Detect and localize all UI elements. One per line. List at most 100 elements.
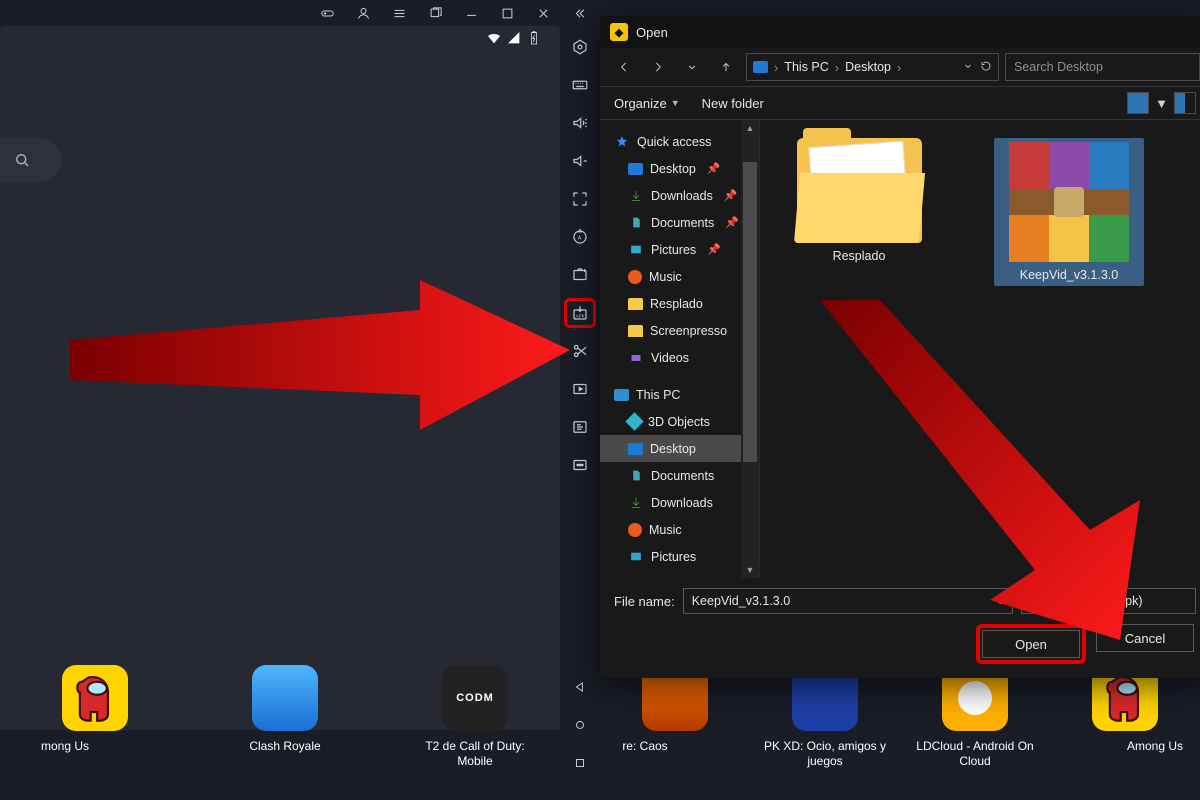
wifi-icon — [486, 30, 502, 49]
scroll-down-icon[interactable]: ▼ — [743, 562, 757, 578]
file-name-combo[interactable]: KeepVid_v3.1.3.0⌄ — [683, 588, 1013, 614]
app-cod-mobile[interactable]: CODM T2 de Call of Duty: Mobile — [380, 665, 570, 769]
breadcrumb-item[interactable]: This PC — [784, 60, 828, 74]
signal-icon — [506, 30, 522, 49]
preview-pane-icon[interactable] — [1174, 92, 1196, 114]
home-dock-left: mong Us Clash Royale CODM T2 de Call of … — [0, 665, 600, 800]
nav-item-documents[interactable]: Documents📌 — [600, 209, 759, 236]
hamburger-icon[interactable] — [384, 0, 414, 26]
nav-item-downloads[interactable]: Downloads📌 — [600, 182, 759, 209]
nav-item-resplado[interactable]: Resplado — [600, 290, 759, 317]
nav-forward-icon[interactable] — [644, 53, 672, 81]
nav-item-videos[interactable]: Videos — [600, 344, 759, 371]
app-among-us[interactable]: mong Us — [0, 665, 190, 754]
dialog-command-bar: Organize▼ New folder ▼ — [600, 86, 1200, 120]
app-pkxd[interactable]: PK XD: Ocio, amigos y juegos — [750, 665, 900, 769]
emulator-titlebar — [0, 0, 600, 26]
app-label: T2 de Call of Duty: Mobile — [410, 739, 540, 769]
address-bar[interactable]: › This PC › Desktop › — [746, 53, 999, 81]
new-folder-button[interactable]: New folder — [702, 96, 764, 111]
app-among-us-2[interactable]: Among Us — [1050, 665, 1200, 754]
svg-text:APK: APK — [576, 314, 586, 319]
nav-item-pictures[interactable]: Pictures — [600, 543, 759, 570]
volume-down-icon[interactable] — [564, 146, 596, 176]
file-item-folder[interactable]: Resplado — [784, 138, 934, 263]
app-label: PK XD: Ocio, amigos y juegos — [760, 739, 890, 769]
address-dropdown-icon[interactable] — [962, 60, 974, 75]
scissors-icon[interactable] — [564, 336, 596, 366]
android-home-screen[interactable] — [0, 26, 560, 730]
app-label: Clash Royale — [249, 739, 320, 754]
scroll-up-icon[interactable]: ▲ — [743, 120, 757, 136]
svg-text:A: A — [578, 235, 582, 241]
navigation-pane[interactable]: Quick access Desktop📌Downloads📌Documents… — [600, 120, 760, 578]
pin-icon: 📌 — [707, 243, 721, 256]
cancel-button[interactable]: Cancel — [1096, 624, 1194, 652]
open-button-highlight: Open — [976, 624, 1086, 664]
battery-icon — [526, 30, 542, 49]
pin-icon: 📌 — [707, 162, 721, 175]
winrar-archive-icon — [1009, 142, 1129, 262]
nav-item-3d objects[interactable]: 3D Objects — [600, 408, 759, 435]
minimize-icon[interactable] — [456, 0, 486, 26]
install-apk-button[interactable]: APK — [564, 298, 596, 328]
app-label: Among Us — [1127, 739, 1183, 754]
nav-up-icon[interactable] — [712, 53, 740, 81]
user-icon[interactable] — [348, 0, 378, 26]
nav-item-pictures[interactable]: Pictures📌 — [600, 236, 759, 263]
nav-back-icon[interactable] — [610, 53, 638, 81]
nav-this-pc[interactable]: This PC — [600, 381, 759, 408]
nav-item-downloads[interactable]: Downloads — [600, 489, 759, 516]
more-icon[interactable] — [564, 450, 596, 480]
nav-item-music[interactable]: Music — [600, 516, 759, 543]
pin-icon: 📌 — [725, 216, 739, 229]
dialog-titlebar[interactable]: ◆ Open — [600, 16, 1200, 48]
volume-up-icon[interactable] — [564, 108, 596, 138]
search-pill[interactable] — [0, 138, 62, 182]
nav-scrollbar[interactable]: ▲ ▼ — [741, 120, 759, 578]
nav-item-desktop[interactable]: Desktop📌 — [600, 155, 759, 182]
keyboard-icon[interactable] — [564, 70, 596, 100]
screenshot-icon[interactable] — [564, 260, 596, 290]
star-icon — [614, 134, 630, 150]
view-mode-dropdown-icon[interactable]: ▼ — [1155, 96, 1168, 111]
app-freefire[interactable]: re: Caos — [600, 665, 750, 754]
dialog-footer: File name: KeepVid_v3.1.3.0⌄ Archivos AP… — [600, 578, 1200, 678]
dialog-nav-toolbar: › This PC › Desktop › Search Desktop — [600, 48, 1200, 86]
open-button[interactable]: Open — [982, 630, 1080, 658]
pin-icon: 📌 — [724, 189, 738, 202]
rotate-icon[interactable]: A — [564, 222, 596, 252]
refresh-icon[interactable] — [980, 60, 992, 75]
collapse-sidebar-icon[interactable] — [564, 0, 594, 26]
emulator-window: A APK mong Us Clash Royale CODM T2 de Ca… — [0, 0, 600, 800]
fullscreen-icon[interactable] — [564, 184, 596, 214]
scroll-thumb[interactable] — [743, 162, 757, 462]
video-play-icon[interactable] — [564, 374, 596, 404]
nav-recent-icon[interactable] — [678, 53, 706, 81]
ldplayer-logo-icon: ◆ — [610, 23, 628, 41]
file-list-pane[interactable]: Resplado KeepVid_v3.1.3.0 — [760, 120, 1200, 578]
app-label: mong Us — [41, 739, 89, 754]
breadcrumb-item[interactable]: Desktop — [845, 60, 891, 74]
multi-window-icon[interactable] — [420, 0, 450, 26]
app-clash-royale[interactable]: Clash Royale — [190, 665, 380, 754]
gamepad-icon[interactable] — [312, 0, 342, 26]
organize-menu[interactable]: Organize▼ — [614, 96, 680, 111]
file-item-archive[interactable]: KeepVid_v3.1.3.0 — [994, 138, 1144, 286]
nav-item-screenpresso[interactable]: Screenpresso — [600, 317, 759, 344]
file-open-dialog: ◆ Open › This PC › Desktop › Search Desk… — [600, 16, 1200, 678]
nav-item-desktop[interactable]: Desktop — [600, 435, 759, 462]
settings-hex-icon[interactable] — [564, 32, 596, 62]
nav-item-music[interactable]: Music — [600, 263, 759, 290]
operation-record-icon[interactable] — [564, 412, 596, 442]
desktop-icon — [753, 61, 768, 73]
view-mode-icon[interactable] — [1127, 92, 1149, 114]
nav-item-documents[interactable]: Documents — [600, 462, 759, 489]
search-input[interactable]: Search Desktop — [1005, 53, 1200, 81]
dialog-title: Open — [636, 25, 668, 40]
maximize-icon[interactable] — [492, 0, 522, 26]
file-type-filter[interactable]: Archivos APK(*.apk) — [1021, 588, 1196, 614]
close-icon[interactable] — [528, 0, 558, 26]
nav-quick-access[interactable]: Quick access — [600, 128, 759, 155]
app-ldcloud[interactable]: LDCloud - Android On Cloud — [900, 665, 1050, 769]
